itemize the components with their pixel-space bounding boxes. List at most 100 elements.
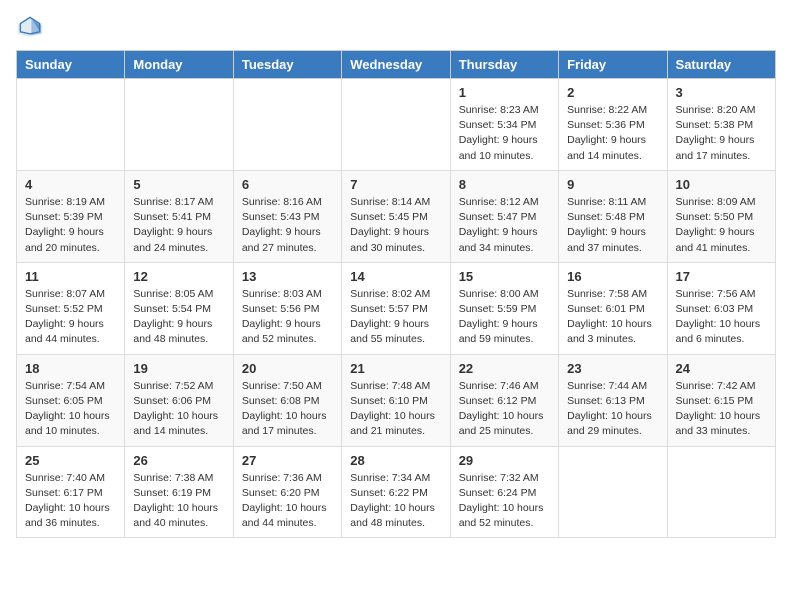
day-number: 14 [350,269,441,284]
calendar-cell: 8 Sunrise: 8:12 AM Sunset: 5:47 PM Daylig… [450,170,558,262]
calendar-header-row: SundayMondayTuesdayWednesdayThursdayFrid… [17,51,776,79]
calendar-cell [17,79,125,171]
calendar-cell: 10 Sunrise: 8:09 AM Sunset: 5:50 PM Dayli… [667,170,775,262]
day-info: Sunrise: 8:11 AM Sunset: 5:48 PM Dayligh… [567,195,658,256]
calendar-cell: 9 Sunrise: 8:11 AM Sunset: 5:48 PM Daylig… [559,170,667,262]
day-number: 28 [350,453,441,468]
day-info: Sunrise: 7:34 AM Sunset: 6:22 PM Dayligh… [350,471,441,532]
day-info: Sunrise: 8:16 AM Sunset: 5:43 PM Dayligh… [242,195,333,256]
day-info: Sunrise: 8:09 AM Sunset: 5:50 PM Dayligh… [676,195,767,256]
day-info: Sunrise: 7:40 AM Sunset: 6:17 PM Dayligh… [25,471,116,532]
week-row-0: 1 Sunrise: 8:23 AM Sunset: 5:34 PM Daylig… [17,79,776,171]
header-wednesday: Wednesday [342,51,450,79]
logo-icon [16,16,44,38]
calendar-cell [125,79,233,171]
calendar-cell: 15 Sunrise: 8:00 AM Sunset: 5:59 PM Dayli… [450,262,558,354]
day-info: Sunrise: 7:54 AM Sunset: 6:05 PM Dayligh… [25,379,116,440]
day-number: 26 [133,453,224,468]
day-number: 8 [459,177,550,192]
calendar-cell: 4 Sunrise: 8:19 AM Sunset: 5:39 PM Daylig… [17,170,125,262]
calendar-cell: 12 Sunrise: 8:05 AM Sunset: 5:54 PM Dayli… [125,262,233,354]
calendar-cell: 29 Sunrise: 7:32 AM Sunset: 6:24 PM Dayli… [450,446,558,538]
calendar-cell: 23Sunrise: 7:44 AM Sunset: 6:13 PM Dayli… [559,354,667,446]
day-number: 7 [350,177,441,192]
day-info: Sunrise: 7:50 AM Sunset: 6:08 PM Dayligh… [242,379,333,440]
day-number: 27 [242,453,333,468]
header-thursday: Thursday [450,51,558,79]
calendar-cell: 7 Sunrise: 8:14 AM Sunset: 5:45 PM Daylig… [342,170,450,262]
day-info: Sunrise: 7:42 AM Sunset: 6:15 PM Dayligh… [676,379,767,440]
day-number: 24 [676,361,767,376]
week-row-1: 4 Sunrise: 8:19 AM Sunset: 5:39 PM Daylig… [17,170,776,262]
day-info: Sunrise: 8:00 AM Sunset: 5:59 PM Dayligh… [459,287,550,348]
logo [16,16,48,38]
day-info: Sunrise: 7:58 AM Sunset: 6:01 PM Dayligh… [567,287,658,348]
day-info: Sunrise: 7:48 AM Sunset: 6:10 PM Dayligh… [350,379,441,440]
day-number: 9 [567,177,658,192]
calendar-cell: 22 Sunrise: 7:46 AM Sunset: 6:12 PM Dayli… [450,354,558,446]
day-number: 25 [25,453,116,468]
day-info: Sunrise: 8:03 AM Sunset: 5:56 PM Dayligh… [242,287,333,348]
week-row-3: 18 Sunrise: 7:54 AM Sunset: 6:05 PM Dayli… [17,354,776,446]
calendar-cell: 28 Sunrise: 7:34 AM Sunset: 6:22 PM Dayli… [342,446,450,538]
day-number: 20 [242,361,333,376]
day-info: Sunrise: 7:56 AM Sunset: 6:03 PM Dayligh… [676,287,767,348]
calendar-cell: 11 Sunrise: 8:07 AM Sunset: 5:52 PM Dayli… [17,262,125,354]
day-info: Sunrise: 7:32 AM Sunset: 6:24 PM Dayligh… [459,471,550,532]
calendar-cell: 14Sunrise: 8:02 AM Sunset: 5:57 PM Dayli… [342,262,450,354]
day-number: 3 [676,85,767,100]
day-number: 4 [25,177,116,192]
calendar-cell: 1 Sunrise: 8:23 AM Sunset: 5:34 PM Daylig… [450,79,558,171]
calendar-cell [342,79,450,171]
calendar-cell: 25 Sunrise: 7:40 AM Sunset: 6:17 PM Dayli… [17,446,125,538]
header-tuesday: Tuesday [233,51,341,79]
day-info: Sunrise: 7:44 AM Sunset: 6:13 PM Dayligh… [567,379,658,440]
day-number: 17 [676,269,767,284]
calendar-cell: 21Sunrise: 7:48 AM Sunset: 6:10 PM Dayli… [342,354,450,446]
day-info: Sunrise: 7:38 AM Sunset: 6:19 PM Dayligh… [133,471,224,532]
day-number: 6 [242,177,333,192]
calendar-cell [667,446,775,538]
day-info: Sunrise: 8:22 AM Sunset: 5:36 PM Dayligh… [567,103,658,164]
day-number: 10 [676,177,767,192]
day-info: Sunrise: 7:46 AM Sunset: 6:12 PM Dayligh… [459,379,550,440]
calendar-cell: 17 Sunrise: 7:56 AM Sunset: 6:03 PM Dayli… [667,262,775,354]
calendar-cell: 20 Sunrise: 7:50 AM Sunset: 6:08 PM Dayli… [233,354,341,446]
day-info: Sunrise: 7:36 AM Sunset: 6:20 PM Dayligh… [242,471,333,532]
day-info: Sunrise: 7:52 AM Sunset: 6:06 PM Dayligh… [133,379,224,440]
calendar-cell: 27 Sunrise: 7:36 AM Sunset: 6:20 PM Dayli… [233,446,341,538]
calendar-cell: 6 Sunrise: 8:16 AM Sunset: 5:43 PM Daylig… [233,170,341,262]
calendar-cell: 13 Sunrise: 8:03 AM Sunset: 5:56 PM Dayli… [233,262,341,354]
day-number: 5 [133,177,224,192]
day-number: 15 [459,269,550,284]
calendar-cell: 3 Sunrise: 8:20 AM Sunset: 5:38 PM Daylig… [667,79,775,171]
calendar-cell: 2 Sunrise: 8:22 AM Sunset: 5:36 PM Daylig… [559,79,667,171]
day-number: 13 [242,269,333,284]
day-number: 22 [459,361,550,376]
calendar-cell: 18 Sunrise: 7:54 AM Sunset: 6:05 PM Dayli… [17,354,125,446]
day-number: 18 [25,361,116,376]
calendar-table: SundayMondayTuesdayWednesdayThursdayFrid… [16,50,776,538]
day-info: Sunrise: 8:20 AM Sunset: 5:38 PM Dayligh… [676,103,767,164]
header-friday: Friday [559,51,667,79]
calendar-cell: 5Sunrise: 8:17 AM Sunset: 5:41 PM Daylig… [125,170,233,262]
header-monday: Monday [125,51,233,79]
day-number: 1 [459,85,550,100]
day-info: Sunrise: 8:12 AM Sunset: 5:47 PM Dayligh… [459,195,550,256]
day-number: 2 [567,85,658,100]
day-number: 29 [459,453,550,468]
day-info: Sunrise: 8:05 AM Sunset: 5:54 PM Dayligh… [133,287,224,348]
day-info: Sunrise: 8:07 AM Sunset: 5:52 PM Dayligh… [25,287,116,348]
day-number: 12 [133,269,224,284]
day-number: 11 [25,269,116,284]
calendar-cell: 19Sunrise: 7:52 AM Sunset: 6:06 PM Dayli… [125,354,233,446]
day-info: Sunrise: 8:23 AM Sunset: 5:34 PM Dayligh… [459,103,550,164]
page-header [16,16,776,38]
calendar-cell: 24 Sunrise: 7:42 AM Sunset: 6:15 PM Dayli… [667,354,775,446]
header-saturday: Saturday [667,51,775,79]
calendar-cell: 16 Sunrise: 7:58 AM Sunset: 6:01 PM Dayli… [559,262,667,354]
day-info: Sunrise: 8:14 AM Sunset: 5:45 PM Dayligh… [350,195,441,256]
calendar-cell [233,79,341,171]
day-number: 16 [567,269,658,284]
day-info: Sunrise: 8:19 AM Sunset: 5:39 PM Dayligh… [25,195,116,256]
